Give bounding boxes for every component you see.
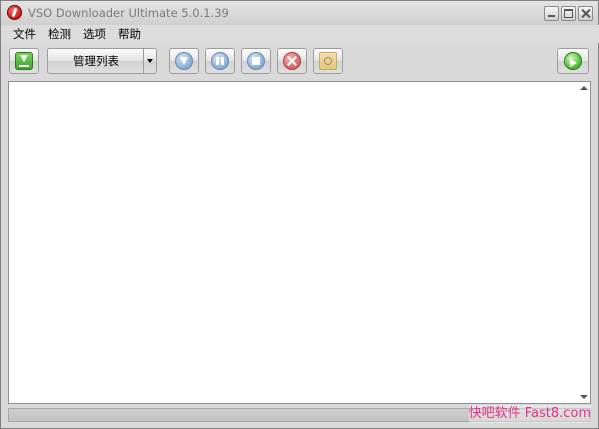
app-logo-icon	[7, 5, 22, 20]
menu-help[interactable]: 帮助	[112, 26, 147, 42]
menu-bar: 文件 检测 选项 帮助	[1, 25, 599, 43]
close-button[interactable]	[578, 6, 593, 21]
minimize-button[interactable]	[544, 6, 559, 21]
menu-detect[interactable]: 检测	[42, 26, 77, 42]
scroll-up-arrow-icon[interactable]	[580, 86, 588, 90]
title-bar[interactable]: VSO Downloader Ultimate 5.0.1.39	[1, 1, 598, 25]
watermark: 快吧软件 Fast8.com	[468, 405, 591, 423]
stop-icon	[247, 52, 265, 70]
web-button[interactable]	[557, 48, 589, 74]
delete-icon	[283, 52, 301, 70]
download-list[interactable]	[8, 81, 591, 404]
pause-icon	[211, 52, 229, 70]
start-download-button[interactable]	[169, 48, 199, 74]
open-folder-button[interactable]	[313, 48, 343, 74]
menu-file[interactable]: 文件	[7, 26, 42, 42]
list-manager-dropdown[interactable]: 管理列表	[47, 48, 157, 74]
pause-button[interactable]	[205, 48, 235, 74]
window-controls	[544, 6, 593, 21]
window-title: VSO Downloader Ultimate 5.0.1.39	[28, 6, 229, 20]
list-manager-label: 管理列表	[73, 54, 119, 68]
delete-button[interactable]	[277, 48, 307, 74]
stop-button[interactable]	[241, 48, 271, 74]
download-button[interactable]	[9, 48, 39, 74]
globe-icon	[564, 52, 582, 70]
download-arrow-icon	[175, 52, 193, 70]
open-folder-icon	[319, 52, 337, 70]
toolbar: 管理列表	[1, 45, 598, 79]
chevron-down-icon[interactable]	[143, 49, 156, 73]
download-icon	[15, 52, 33, 70]
vertical-scrollbar[interactable]	[578, 82, 590, 403]
menu-options[interactable]: 选项	[77, 26, 112, 42]
app-window: VSO Downloader Ultimate 5.0.1.39 文件 检测 选…	[0, 0, 599, 429]
maximize-button[interactable]	[561, 6, 576, 21]
scroll-down-arrow-icon[interactable]	[580, 395, 588, 399]
